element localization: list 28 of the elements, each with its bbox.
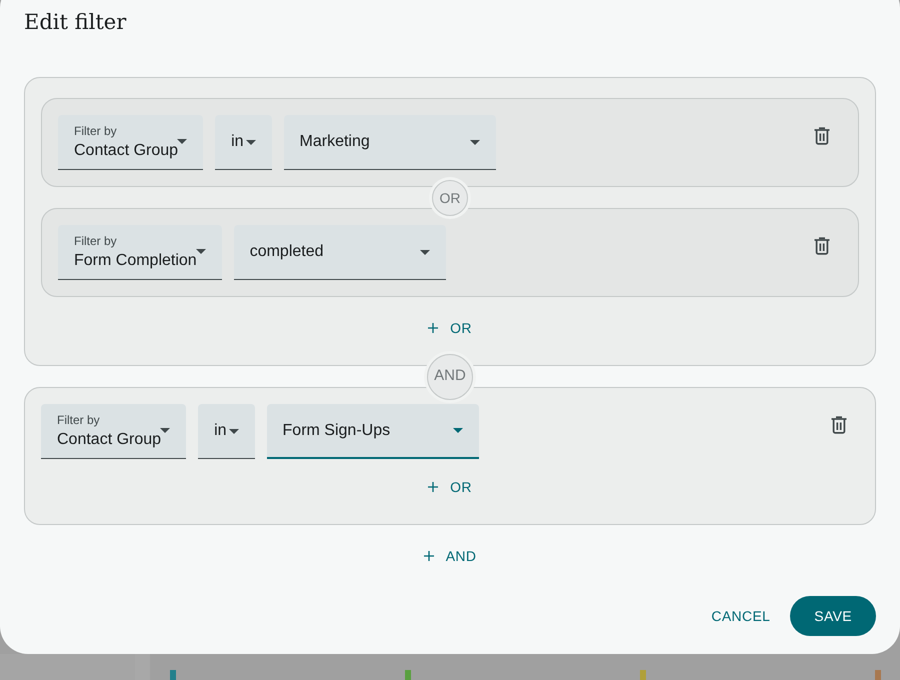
- dialog-title: Edit filter: [24, 9, 128, 36]
- select-field[interactable]: in: [215, 115, 272, 170]
- caret-icon: [470, 140, 480, 144]
- caret-icon: [196, 249, 206, 254]
- select-field[interactable]: Marketing: [284, 115, 496, 170]
- cancel-button[interactable]: CANCEL: [699, 596, 782, 636]
- trash-icon: [830, 414, 848, 434]
- caret-icon: [177, 139, 188, 144]
- caret-icon: [452, 428, 463, 433]
- trash-icon: [813, 236, 831, 254]
- add-or-button[interactable]: OR: [416, 310, 484, 346]
- select-field[interactable]: Filter by Contact Group: [58, 115, 204, 170]
- add-or-button[interactable]: OR: [416, 469, 484, 505]
- select-field[interactable]: Filter by Contact Group: [41, 404, 186, 459]
- select-field[interactable]: completed: [234, 225, 446, 280]
- trash-icon: [813, 126, 831, 144]
- select-field[interactable]: Form Sign-Ups: [266, 404, 479, 459]
- plus-icon: [424, 551, 434, 561]
- caret-icon: [420, 250, 430, 254]
- caret-icon: [228, 428, 239, 434]
- add-and-button[interactable]: AND: [412, 538, 488, 574]
- save-button[interactable]: SAVE: [790, 596, 876, 636]
- plus-icon: [428, 482, 438, 492]
- caret-icon: [246, 140, 256, 144]
- select-field[interactable]: in: [198, 404, 255, 459]
- select-field[interactable]: Filter by Form Completion: [58, 225, 222, 280]
- plus-icon: [428, 323, 438, 333]
- caret-icon: [160, 428, 170, 433]
